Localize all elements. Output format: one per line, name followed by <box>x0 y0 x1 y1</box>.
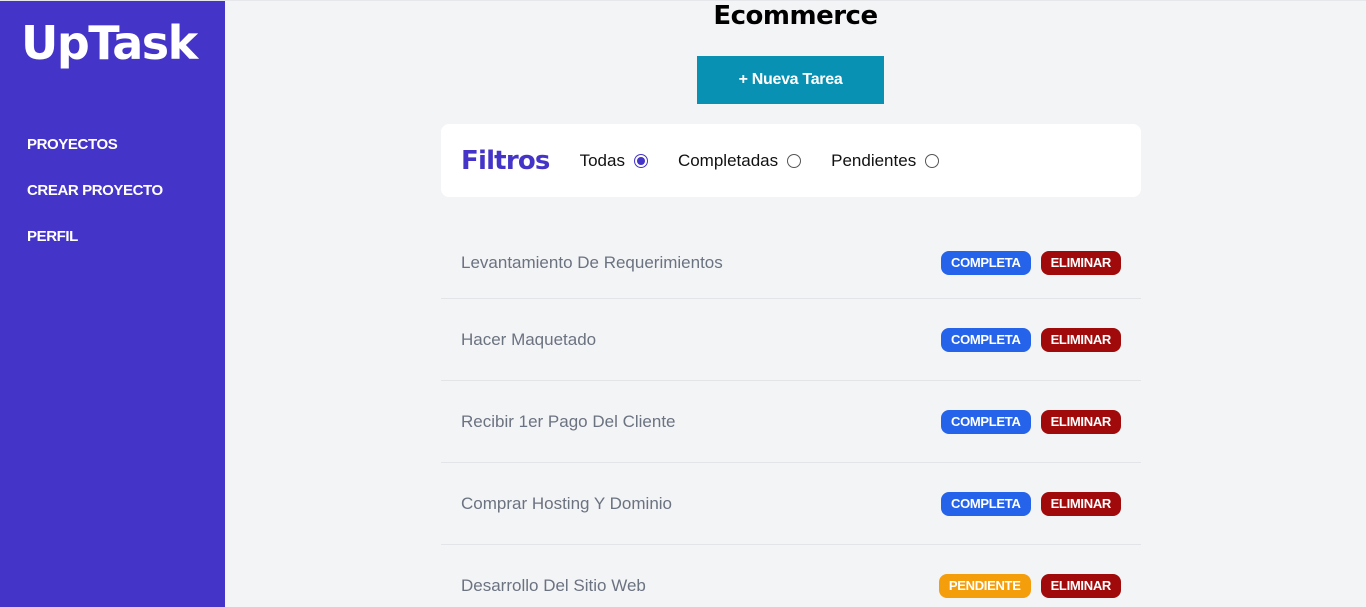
delete-task-button[interactable]: ELIMINAR <box>1040 250 1121 275</box>
filter-label: Pendientes <box>831 150 917 170</box>
logo: UpTask <box>21 16 198 70</box>
page-title: Ecommerce <box>713 1 878 31</box>
filter-option-todas[interactable]: Todas <box>580 151 648 171</box>
sidebar-nav: PROYECTOS CREAR PROYECTO PERFIL <box>27 134 163 272</box>
task-name: Desarrollo Del Sitio Web <box>461 575 646 595</box>
task-name: Hacer Maquetado <box>461 329 597 349</box>
sidebar-item-perfil[interactable]: PERFIL <box>27 226 163 248</box>
task-name: Levantamiento De Requerimientos <box>461 252 723 272</box>
task-actions: COMPLETA ELIMINAR <box>931 327 1121 352</box>
status-complete-button[interactable]: COMPLETA <box>940 491 1031 516</box>
sidebar-item-proyectos[interactable]: PROYECTOS <box>27 134 163 156</box>
task-item: Levantamiento De Requerimientos COMPLETA… <box>441 221 1141 299</box>
status-complete-button[interactable]: COMPLETA <box>940 409 1031 434</box>
task-name: Recibir 1er Pago Del Cliente <box>461 411 676 431</box>
sidebar: UpTask PROYECTOS CREAR PROYECTO PERFIL <box>0 1 225 607</box>
task-item: Recibir 1er Pago Del Cliente COMPLETA EL… <box>441 381 1141 463</box>
filters-panel: Filtros Todas Completadas Pendientes <box>441 124 1141 197</box>
task-name: Comprar Hosting Y Dominio <box>461 493 673 513</box>
task-actions: COMPLETA ELIMINAR <box>931 250 1121 275</box>
delete-task-button[interactable]: ELIMINAR <box>1040 327 1121 352</box>
delete-task-button[interactable]: ELIMINAR <box>1040 573 1121 598</box>
task-actions: COMPLETA ELIMINAR <box>931 409 1121 434</box>
task-item: Desarrollo Del Sitio Web PENDIENTE ELIMI… <box>441 545 1141 607</box>
filters-title: Filtros <box>461 145 550 176</box>
main-content: Ecommerce + Nueva Tarea Filtros Todas Co… <box>225 1 1366 607</box>
task-item: Comprar Hosting Y Dominio COMPLETA ELIMI… <box>441 463 1141 545</box>
task-actions: PENDIENTE ELIMINAR <box>929 573 1121 598</box>
status-complete-button[interactable]: COMPLETA <box>940 250 1031 275</box>
task-actions: COMPLETA ELIMINAR <box>931 491 1121 516</box>
filter-label: Todas <box>579 150 625 170</box>
sidebar-item-crear-proyecto[interactable]: CREAR PROYECTO <box>27 180 163 202</box>
status-complete-button[interactable]: COMPLETA <box>940 327 1031 352</box>
filter-option-pendientes[interactable]: Pendientes <box>831 150 940 171</box>
task-list: Levantamiento De Requerimientos COMPLETA… <box>441 221 1141 607</box>
status-pending-button[interactable]: PENDIENTE <box>938 573 1031 598</box>
radio-completadas[interactable] <box>787 153 802 168</box>
task-item: Hacer Maquetado COMPLETA ELIMINAR <box>441 299 1141 381</box>
filter-option-completadas[interactable]: Completadas <box>677 150 802 171</box>
filter-label: Completadas <box>677 150 779 170</box>
new-task-button[interactable]: + Nueva Tarea <box>697 56 884 104</box>
delete-task-button[interactable]: ELIMINAR <box>1040 491 1121 516</box>
radio-todas[interactable] <box>633 153 648 168</box>
delete-task-button[interactable]: ELIMINAR <box>1040 409 1121 434</box>
app-page: UpTask PROYECTOS CREAR PROYECTO PERFIL E… <box>0 0 1366 607</box>
radio-pendientes[interactable] <box>925 153 940 168</box>
